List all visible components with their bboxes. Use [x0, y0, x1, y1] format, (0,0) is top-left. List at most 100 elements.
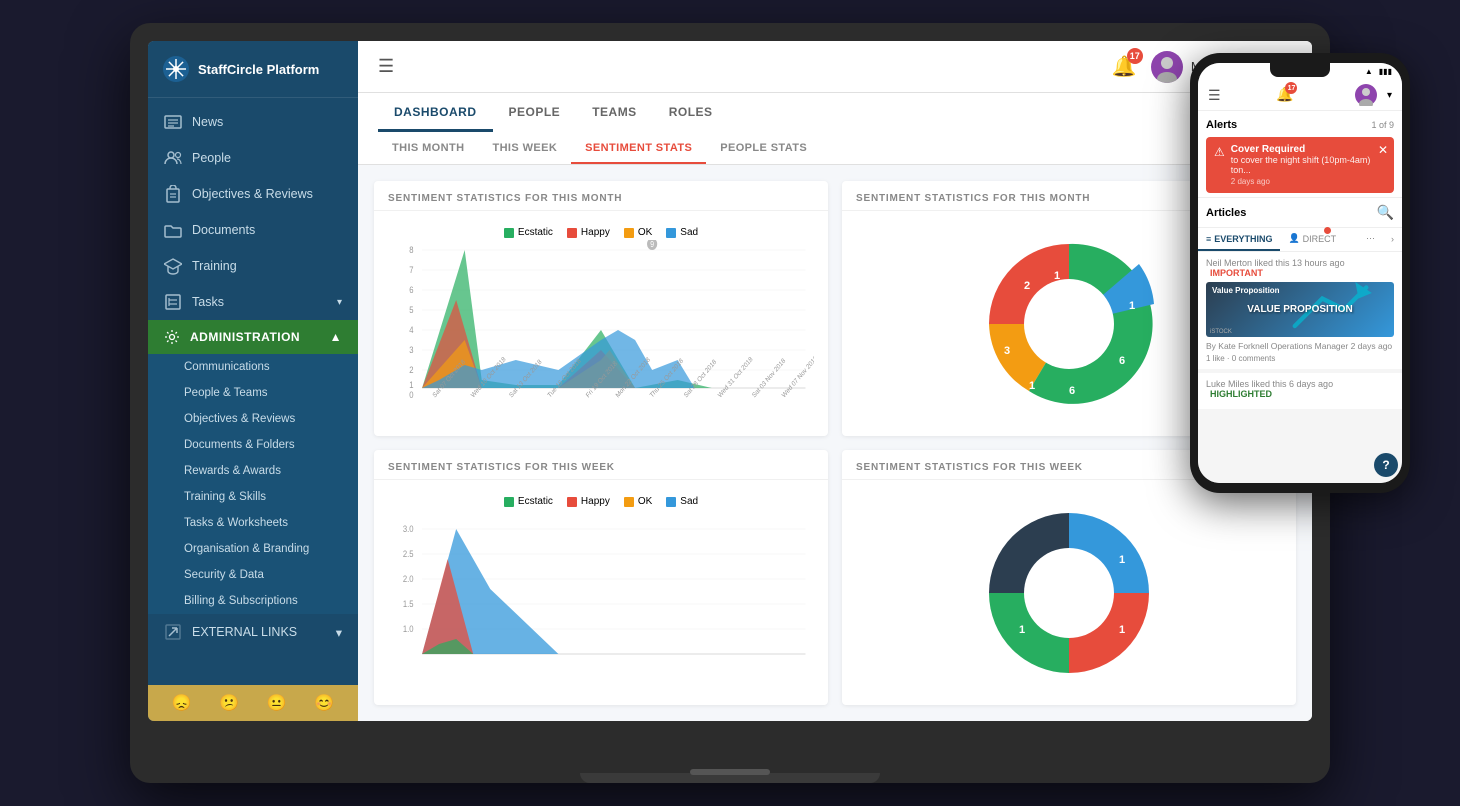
- svg-text:4: 4: [409, 324, 414, 335]
- svg-text:2: 2: [1024, 280, 1030, 292]
- tab-teams[interactable]: TEAMS: [576, 93, 653, 132]
- sidebar: StaffCircle Platform News: [148, 41, 358, 721]
- people-icon: [164, 149, 182, 167]
- svg-text:6: 6: [409, 284, 414, 295]
- articles-search-icon[interactable]: 🔍: [1377, 204, 1394, 221]
- svg-text:9: 9: [650, 240, 654, 249]
- chart-area-month-line: Ecstatic Happy OK: [374, 211, 828, 436]
- legend-dot-ok: [624, 228, 634, 238]
- legend-dot-ecstatic: [504, 228, 514, 238]
- alert-close-button[interactable]: ✕: [1378, 143, 1388, 157]
- mobile-alerts-count: 1 of 9: [1371, 120, 1394, 130]
- sub-tab-this-month[interactable]: THIS MONTH: [378, 134, 478, 164]
- svg-text:Wed 31 Oct 2018: Wed 31 Oct 2018: [717, 355, 755, 399]
- gear-icon: [164, 329, 180, 345]
- person-icon: 👤: [1288, 233, 1299, 244]
- admin-section-header: ADMINISTRATION ▲: [148, 320, 358, 354]
- tab-dashboard[interactable]: DASHBOARD: [378, 93, 493, 132]
- sidebar-item-objectives-reviews[interactable]: Objectives & Reviews: [148, 406, 358, 432]
- more-icon: ⋯: [1366, 233, 1375, 244]
- legend-label-ecstatic-week: Ecstatic: [518, 496, 553, 507]
- alert-desc: to cover the night shift (10pm-4am) ton.…: [1231, 155, 1386, 175]
- sub-tab-people-stats[interactable]: PEOPLE STATS: [706, 134, 821, 164]
- sidebar-item-tasks-worksheets[interactable]: Tasks & Worksheets: [148, 510, 358, 536]
- admin-chevron: ▲: [330, 330, 342, 344]
- legend-label-happy: Happy: [581, 227, 610, 238]
- article-2-tag: HIGHLIGHTED: [1210, 389, 1272, 399]
- sidebar-item-training-skills[interactable]: Training & Skills: [148, 484, 358, 510]
- legend-label-ecstatic: Ecstatic: [518, 227, 553, 238]
- alert-time: 2 days ago: [1231, 177, 1386, 186]
- nav-label-training: Training: [192, 259, 237, 273]
- mobile-fab[interactable]: ?: [1374, 453, 1398, 477]
- mobile-notification-button[interactable]: 🔔 17: [1276, 86, 1293, 104]
- legend-ecstatic-week: Ecstatic: [504, 496, 553, 507]
- admin-label: ADMINISTRATION: [190, 330, 300, 344]
- sidebar-item-communications[interactable]: Communications: [148, 354, 358, 380]
- topbar: ☰ 🔔 17 Mark Seemann ▾: [358, 41, 1312, 93]
- articles-tab-everything[interactable]: ≡ EVERYTHING: [1198, 228, 1280, 251]
- svg-text:1: 1: [1119, 554, 1125, 566]
- notification-button[interactable]: 🔔 17: [1112, 54, 1137, 79]
- article-1-tag: IMPORTANT: [1210, 268, 1263, 278]
- sidebar-item-organisation[interactable]: Organisation & Branding: [148, 536, 358, 562]
- sidebar-item-documents-folders[interactable]: Documents & Folders: [148, 432, 358, 458]
- mobile-articles-header: Articles 🔍: [1198, 198, 1402, 228]
- area-chart-month: 8 7 6 5 4 3 2 1 0: [388, 240, 814, 400]
- laptop-frame: StaffCircle Platform News: [130, 23, 1330, 783]
- sidebar-item-tasks[interactable]: Tasks ▾: [148, 284, 358, 320]
- svg-text:0: 0: [409, 389, 414, 400]
- legend-dot-ecstatic-week: [504, 497, 514, 507]
- svg-text:6: 6: [1069, 385, 1075, 397]
- emoji-happy: 😊: [314, 693, 334, 713]
- mobile-hamburger-icon[interactable]: ☰: [1208, 87, 1221, 104]
- sidebar-item-news[interactable]: News: [148, 104, 358, 140]
- mobile-wifi-icon: ▲: [1365, 67, 1373, 76]
- svg-text:2.0: 2.0: [403, 573, 414, 584]
- svg-text:Wed 07 Nov 2018: Wed 07 Nov 2018: [781, 354, 814, 399]
- app-container: StaffCircle Platform News: [148, 41, 1312, 721]
- external-links-label: EXTERNAL LINKS: [192, 625, 297, 639]
- legend-label-sad: Sad: [680, 227, 698, 238]
- svg-text:1: 1: [1029, 380, 1035, 392]
- legend-sad-week: Sad: [666, 496, 698, 507]
- chart-area-week-line: Ecstatic Happy OK: [374, 480, 828, 705]
- sidebar-item-security[interactable]: Security & Data: [148, 562, 358, 588]
- sidebar-item-training[interactable]: Training: [148, 248, 358, 284]
- legend-happy-week: Happy: [567, 496, 610, 507]
- mobile-battery-icon: ▮▮▮: [1379, 67, 1392, 76]
- sidebar-item-rewards[interactable]: Rewards & Awards: [148, 458, 358, 484]
- sub-tab-this-week[interactable]: THIS WEEK: [478, 134, 571, 164]
- chart-title-month-line: SENTIMENT STATISTICS FOR THIS MONTH: [374, 181, 828, 211]
- sub-tab-sentiment-stats[interactable]: SENTIMENT STATS: [571, 134, 706, 164]
- article-item-2: Luke Miles liked this 6 days ago HIGHLIG…: [1198, 373, 1402, 409]
- articles-tab-direct[interactable]: 👤 DIRECT: [1280, 228, 1344, 251]
- chart-legend-month: Ecstatic Happy OK: [388, 221, 814, 240]
- hamburger-icon[interactable]: ☰: [378, 56, 394, 77]
- articles-tabs: ≡ EVERYTHING 👤 DIRECT ⋯ ›: [1198, 228, 1402, 252]
- sidebar-item-people-teams[interactable]: People & Teams: [148, 380, 358, 406]
- tab-roles[interactable]: ROLES: [653, 93, 729, 132]
- legend-label-ok-week: OK: [638, 496, 652, 507]
- area-chart-week: 3.0 2.5 2.0 1.5 1.0: [388, 509, 814, 669]
- alert-content: Cover Required to cover the night shift …: [1231, 144, 1386, 186]
- legend-label-ok: OK: [638, 227, 652, 238]
- mobile-alerts-header: Alerts 1 of 9: [1206, 119, 1394, 131]
- chart-title-week-line: SENTIMENT STATISTICS FOR THIS WEEK: [374, 450, 828, 480]
- svg-text:2.5: 2.5: [403, 548, 414, 559]
- sidebar-item-objectives[interactable]: Objectives & Reviews: [148, 176, 358, 212]
- sidebar-item-external-links[interactable]: EXTERNAL LINKS ▾: [148, 614, 358, 650]
- articles-tab-next[interactable]: ›: [1383, 228, 1402, 251]
- legend-happy: Happy: [567, 227, 610, 238]
- articles-tab-more[interactable]: ⋯: [1358, 228, 1383, 251]
- list-icon: ≡: [1206, 234, 1211, 244]
- mobile-articles-section: Articles 🔍 ≡ EVERYTHING 👤 DIRECT ⋯: [1198, 198, 1402, 483]
- external-links-chevron: ▾: [336, 625, 342, 640]
- sidebar-item-people[interactable]: People: [148, 140, 358, 176]
- sidebar-item-documents[interactable]: Documents: [148, 212, 358, 248]
- svg-text:3.0: 3.0: [403, 523, 414, 534]
- svg-text:1: 1: [1129, 300, 1135, 312]
- tab-people[interactable]: PEOPLE: [493, 93, 577, 132]
- sidebar-navigation: News People: [148, 98, 358, 685]
- sidebar-item-billing[interactable]: Billing & Subscriptions: [148, 588, 358, 614]
